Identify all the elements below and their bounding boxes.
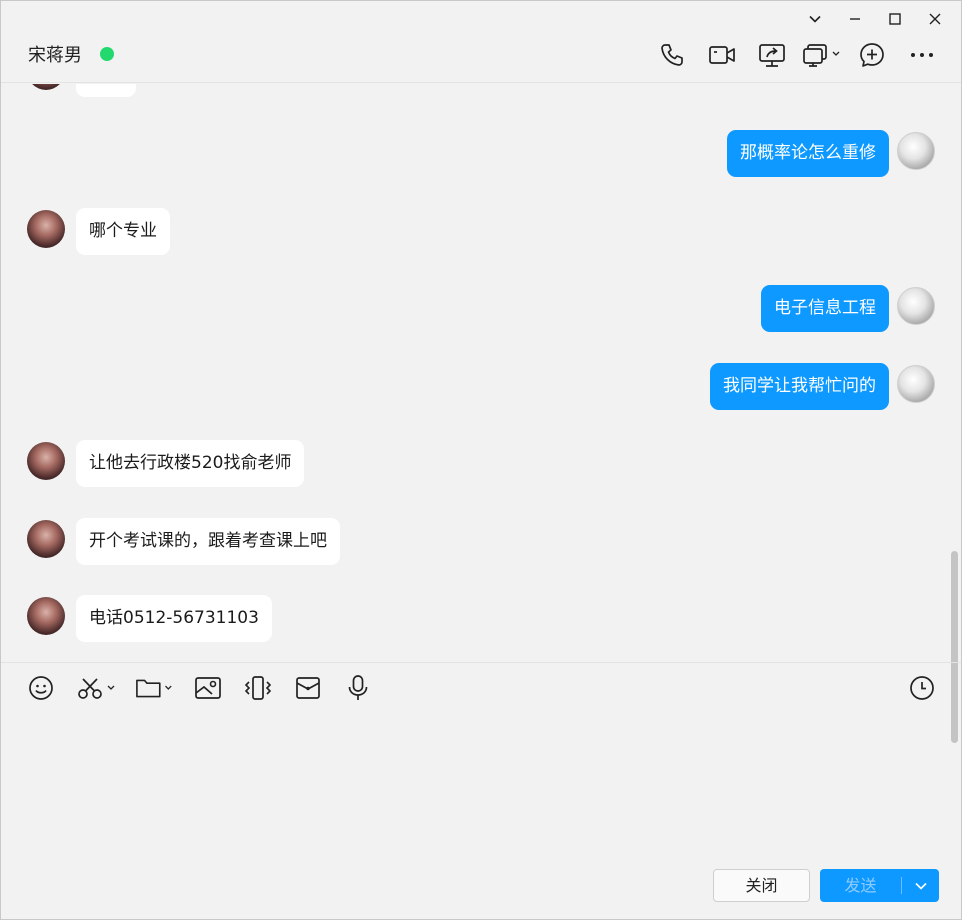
send-options-chevron-icon[interactable] [902,869,939,902]
message-bubble[interactable]: 哪个专业 [76,208,170,255]
close-button[interactable]: 关闭 [713,869,810,902]
input-area: 关闭 发送 [1,662,961,919]
chat-header: 宋蒋男 [1,29,961,83]
file-icon[interactable] [135,671,175,705]
screen-share-icon[interactable] [747,39,797,71]
my-avatar[interactable] [897,365,935,403]
contact-avatar[interactable] [27,84,65,90]
close-icon[interactable] [915,7,955,31]
add-chat-icon[interactable] [847,39,897,71]
message-bubble[interactable]: 电子信息工程 [761,285,889,332]
message-bubble-partial[interactable] [76,84,136,97]
message-item: 我同学让我帮忙问的 [1,363,949,411]
input-toolbar [23,671,391,705]
message-bubble[interactable]: 开个考试课的，跟着考查课上吧 [76,518,340,565]
message-item [1,84,949,98]
header-toolbar [647,39,947,71]
remote-assist-icon[interactable] [797,39,847,71]
screenshot-icon[interactable] [75,671,119,705]
chat-window: 宋蒋男 那概率论怎么重修 哪个专业 电子信息工程 我同学让我帮忙问的 让他去行政… [0,0,962,920]
contact-avatar[interactable] [27,520,65,558]
phone-icon[interactable] [647,39,697,71]
message-bubble[interactable]: 电话0512-56731103 [76,595,272,642]
online-status-dot [100,47,114,61]
message-input[interactable] [21,713,941,863]
red-packet-icon[interactable] [291,671,325,705]
microphone-icon[interactable] [341,671,375,705]
message-list[interactable]: 那概率论怎么重修 哪个专业 电子信息工程 我同学让我帮忙问的 让他去行政楼520… [1,84,949,662]
send-button[interactable]: 发送 [820,869,939,902]
clock-icon[interactable] [907,673,937,703]
my-avatar[interactable] [897,287,935,325]
chevron-down-icon[interactable] [795,7,835,31]
shake-icon[interactable] [241,671,275,705]
contact-avatar[interactable] [27,210,65,248]
send-button-label[interactable]: 发送 [820,869,901,902]
image-icon[interactable] [191,671,225,705]
message-scrollbar[interactable] [947,84,961,743]
message-item: 那概率论怎么重修 [1,130,949,178]
message-item: 让他去行政楼520找俞老师 [1,440,949,488]
contact-avatar[interactable] [27,442,65,480]
message-bubble[interactable]: 让他去行政楼520找俞老师 [76,440,305,487]
my-avatar[interactable] [897,132,935,170]
more-icon[interactable] [897,39,947,71]
maximize-icon[interactable] [875,7,915,31]
contact-name[interactable]: 宋蒋男 [28,41,82,67]
video-call-icon[interactable] [697,39,747,71]
contact-avatar[interactable] [27,597,65,635]
minimize-icon[interactable] [835,7,875,31]
message-item: 哪个专业 [1,208,949,256]
window-controls [795,7,955,31]
message-bubble[interactable]: 我同学让我帮忙问的 [710,363,889,410]
message-bubble[interactable]: 那概率论怎么重修 [727,130,889,177]
message-item: 电子信息工程 [1,285,949,333]
emoji-icon[interactable] [23,671,59,705]
message-item: 开个考试课的，跟着考查课上吧 [1,518,949,566]
message-item: 电话0512-56731103 [1,595,949,643]
